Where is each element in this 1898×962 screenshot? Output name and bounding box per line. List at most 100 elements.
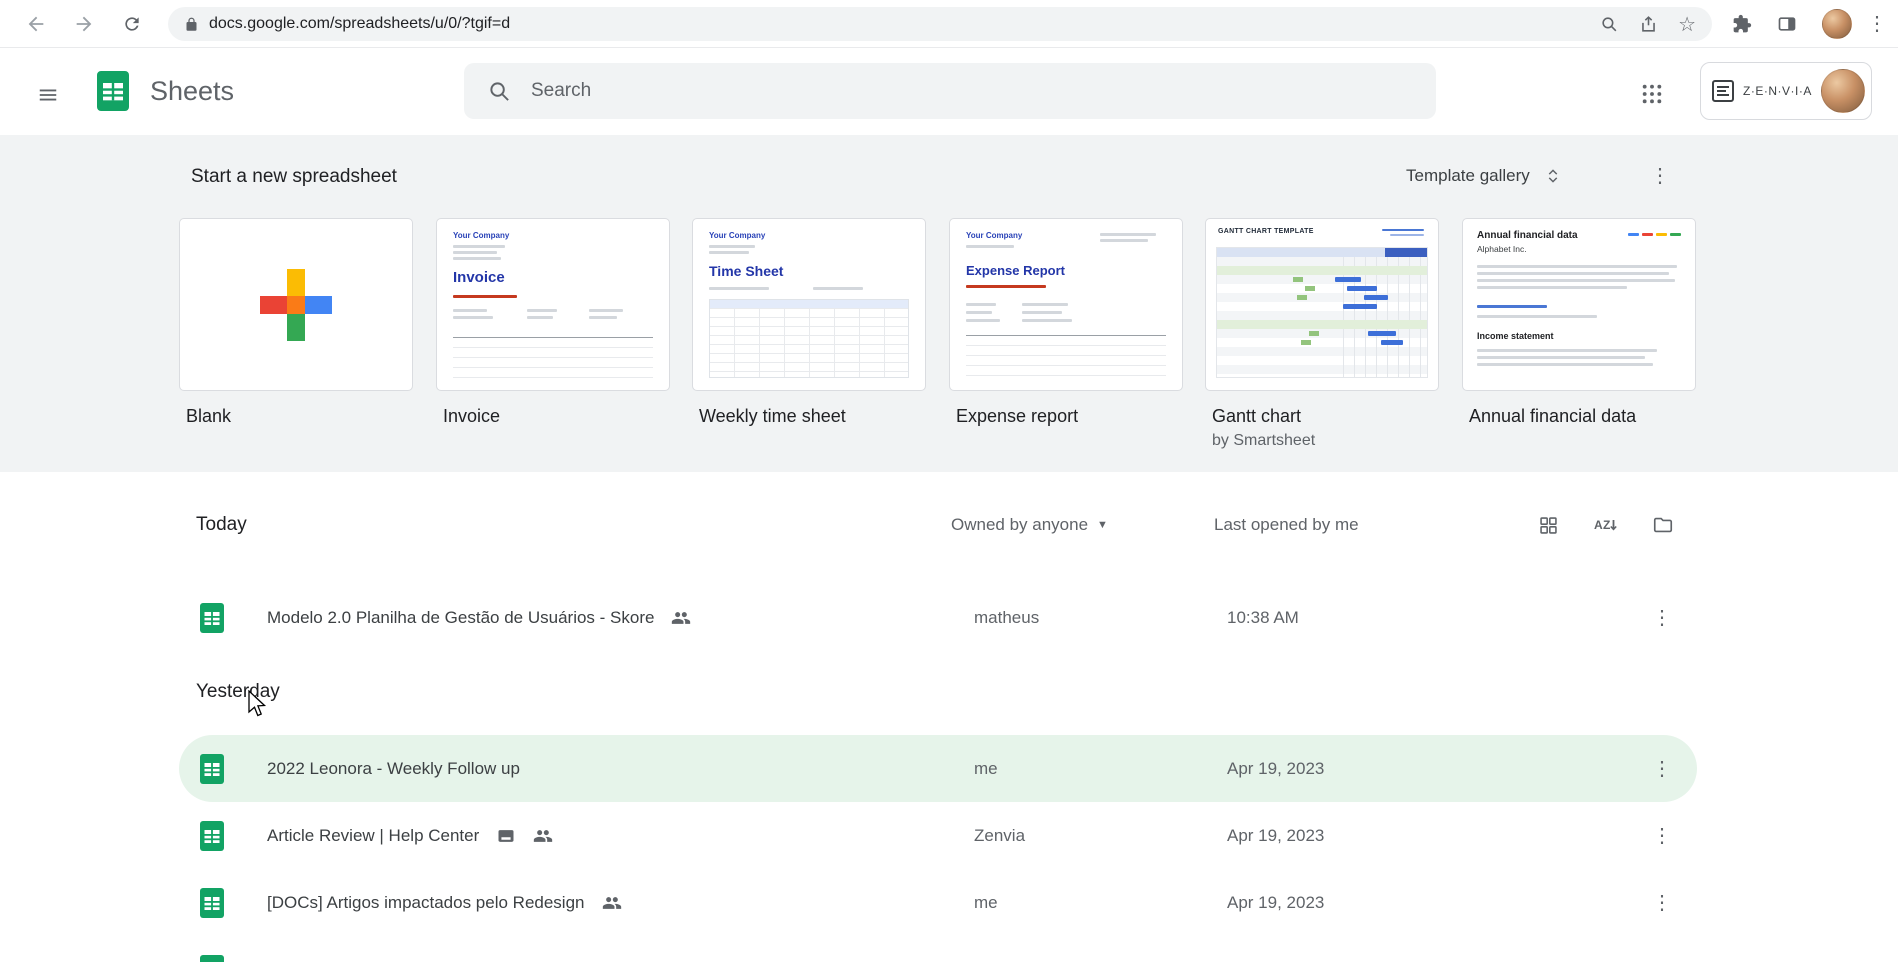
file-more-button[interactable]: ⋮ <box>1644 600 1680 636</box>
browser-menu-button[interactable]: ⋮ <box>1862 9 1892 39</box>
section-label: Today <box>196 514 247 535</box>
browser-toolbar: docs.google.com/spreadsheets/u/0/?tgif=d… <box>0 0 1898 48</box>
svg-text:Z: Z <box>1603 518 1610 532</box>
browser-back-button[interactable] <box>22 10 50 38</box>
zenvia-logo-icon <box>1712 80 1734 102</box>
template-card-invoice-column: Your Company Invoice Invoice <box>436 218 670 427</box>
template-card-blank[interactable] <box>179 218 413 391</box>
file-more-button[interactable]: ⋮ <box>1644 885 1680 921</box>
template-thumbnail-expense: Your Company Expense Report <box>950 219 1182 390</box>
main-menu-button[interactable] <box>28 75 68 115</box>
file-row[interactable]: [DOCs] Artigos impactados pelo Redesign … <box>0 869 1898 936</box>
side-panel-button[interactable] <box>1772 9 1802 39</box>
template-card-blank-column: Blank <box>179 218 413 427</box>
file-more-button[interactable]: ⋮ <box>1644 952 1680 962</box>
share-icon[interactable] <box>1639 15 1658 34</box>
template-section-menu-button[interactable]: ⋮ <box>1642 158 1678 194</box>
template-card-invoice[interactable]: Your Company Invoice <box>436 218 670 391</box>
google-sheets-home: docs.google.com/spreadsheets/u/0/?tgif=d… <box>0 0 1898 962</box>
template-label: Invoice <box>443 406 501 426</box>
folder-icon <box>1653 517 1673 533</box>
side-panel-icon <box>1778 17 1796 31</box>
file-last-opened: Apr 19, 2023 <box>1227 758 1325 778</box>
grid-view-button[interactable] <box>1528 505 1568 545</box>
address-bar[interactable]: docs.google.com/spreadsheets/u/0/?tgif=d… <box>168 7 1712 41</box>
file-last-opened: Apr 19, 2023 <box>1227 892 1325 912</box>
back-icon <box>28 16 44 32</box>
grid-view-icon <box>1539 516 1557 534</box>
search-icon <box>490 81 509 101</box>
template-thumbnail-gantt: GANTT CHART TEMPLATE <box>1206 219 1438 390</box>
file-last-opened: 10:38 AM <box>1227 607 1299 627</box>
shared-people-icon <box>671 608 691 628</box>
file-owner: me <box>974 892 998 912</box>
sheets-file-icon <box>200 888 224 918</box>
template-section: Start a new spreadsheet Template gallery… <box>0 135 1898 472</box>
blank-plus-icon <box>260 268 332 341</box>
hamburger-icon <box>39 89 57 101</box>
browser-forward-button[interactable] <box>70 10 98 38</box>
three-dots-icon: ⋮ <box>1652 891 1672 914</box>
open-file-picker-button[interactable] <box>1643 505 1683 545</box>
file-name: Modelo 2.0 Planilha de Gestão de Usuário… <box>267 608 691 628</box>
browser-refresh-button[interactable] <box>118 10 146 38</box>
unfold-icon <box>1548 169 1558 183</box>
workspace-brand-text: Z·E·N·V·I·A <box>1743 84 1812 98</box>
owner-filter-dropdown[interactable]: Owned by anyone ▼ <box>951 505 1108 545</box>
shared-people-icon <box>602 893 622 913</box>
last-opened-label: Last opened by me <box>1214 515 1359 534</box>
refresh-icon <box>125 17 139 31</box>
template-gallery-label: Template gallery <box>1406 166 1530 185</box>
template-card-expense[interactable]: Your Company Expense Report <box>949 218 1183 391</box>
file-name: Article Review | Help Center <box>267 826 553 846</box>
file-name: 2022 Leonora - Weekly Follow up <box>267 758 520 778</box>
last-opened-sort[interactable]: Last opened by me <box>1214 505 1359 545</box>
account-avatar[interactable] <box>1820 69 1865 113</box>
file-row-selected[interactable]: 2022 Leonora - Weekly Follow up me Apr 1… <box>0 735 1898 802</box>
file-row[interactable]: Article Review | Help Center Zenvia Apr … <box>0 802 1898 869</box>
sheets-logo[interactable] <box>97 71 129 111</box>
file-row-partial[interactable]: [Attention] Artigos impactados pelo rede… <box>0 936 1898 962</box>
template-card-gantt-column: GANTT CHART TEMPLATE Gantt chart by Smar… <box>1205 218 1439 450</box>
browser-profile-avatar[interactable] <box>1822 9 1852 39</box>
template-card-expense-column: Your Company Expense Report Expense repo… <box>949 218 1183 427</box>
template-card-timesheet[interactable]: Your Company Time Sheet <box>692 218 926 391</box>
file-more-button[interactable]: ⋮ <box>1644 818 1680 854</box>
template-section-title: Start a new spreadsheet <box>191 166 397 187</box>
sheets-file-icon <box>200 821 224 851</box>
file-last-opened: Apr 19, 2023 <box>1227 825 1325 845</box>
presentation-icon <box>498 829 514 842</box>
file-row[interactable]: Modelo 2.0 Planilha de Gestão de Usuário… <box>0 584 1898 651</box>
forward-icon <box>76 16 92 32</box>
template-thumbnail-invoice: Your Company Invoice <box>437 219 669 390</box>
template-card-annual[interactable]: Annual financial data Alphabet Inc. Inco… <box>1462 218 1696 391</box>
account-badge[interactable]: Z·E·N·V·I·A <box>1700 62 1872 120</box>
file-more-button[interactable]: ⋮ <box>1644 751 1680 787</box>
bookmark-star-icon[interactable]: ☆ <box>1678 12 1696 37</box>
extensions-button[interactable] <box>1727 9 1757 39</box>
template-gallery-button[interactable]: Template gallery <box>1398 156 1570 196</box>
three-dots-icon: ⋮ <box>1652 606 1672 629</box>
app-header: Sheets Z·E·N·V·I·A <box>0 48 1898 135</box>
sort-button[interactable]: A Z <box>1585 505 1625 545</box>
search-bar <box>464 63 1436 119</box>
url-text: docs.google.com/spreadsheets/u/0/?tgif=d <box>209 15 511 32</box>
google-apps-button[interactable] <box>1630 72 1674 116</box>
template-card-annual-column: Annual financial data Alphabet Inc. Inco… <box>1462 218 1696 427</box>
template-card-gantt[interactable]: GANTT CHART TEMPLATE <box>1205 218 1439 391</box>
three-dots-icon: ⋮ <box>1652 824 1672 847</box>
mouse-cursor <box>248 690 267 717</box>
sheets-file-icon <box>200 955 224 962</box>
file-owner: matheus <box>974 607 1040 627</box>
file-owner: Zenvia <box>974 825 1026 845</box>
template-label: Blank <box>186 406 232 426</box>
svg-text:A: A <box>1594 518 1603 532</box>
puzzle-icon <box>1733 14 1752 33</box>
apps-grid-icon <box>1642 84 1662 104</box>
search-input[interactable] <box>531 80 1424 102</box>
template-sublabel: by Smartsheet <box>1212 432 1316 449</box>
template-label: Annual financial data <box>1469 406 1637 426</box>
owner-filter-label: Owned by anyone <box>951 515 1089 534</box>
dropdown-caret-icon: ▼ <box>1097 519 1108 531</box>
zoom-icon[interactable] <box>1600 15 1619 34</box>
